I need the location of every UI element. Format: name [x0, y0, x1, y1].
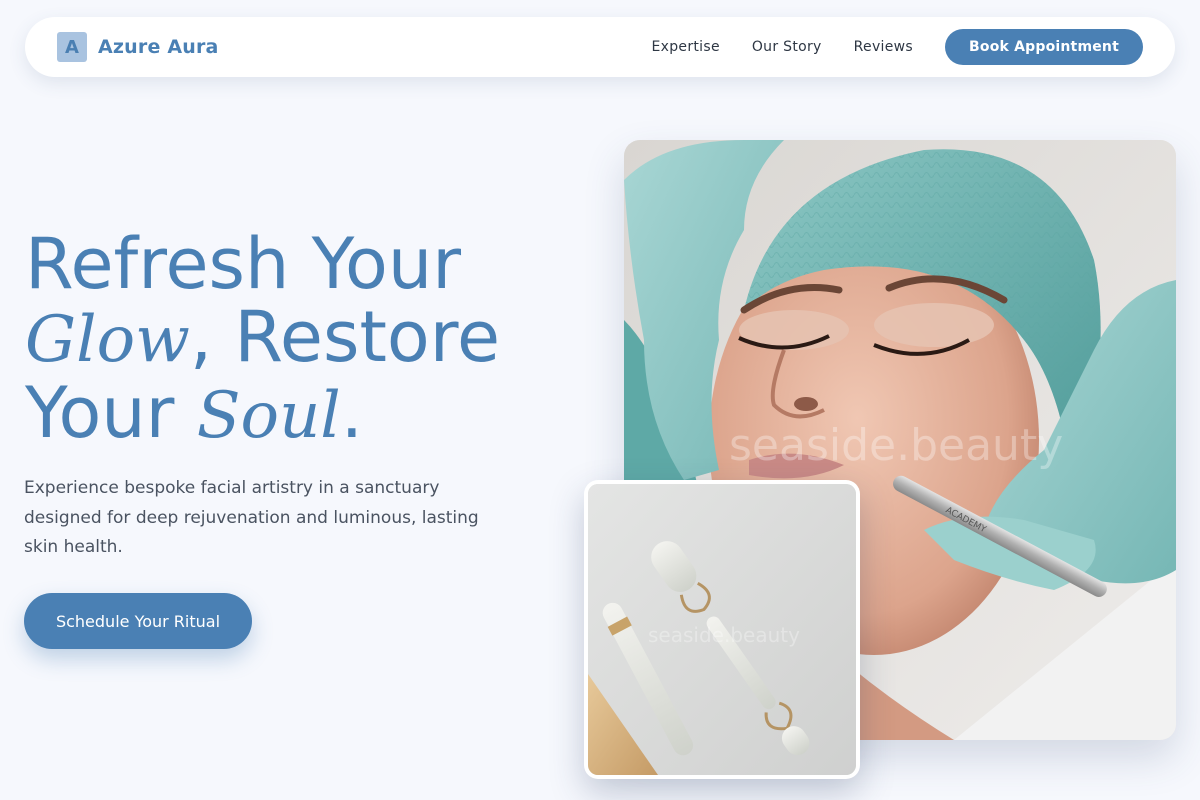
hero-title-glow: Glow	[25, 303, 190, 377]
hero-title-your: Your	[25, 372, 197, 454]
brand-name: Azure Aura	[98, 36, 219, 58]
hero-title-period: .	[340, 372, 364, 454]
main-photo-watermark: seaside.beauty	[729, 420, 1063, 471]
hero-subtitle: Experience bespoke facial artistry in a …	[24, 478, 479, 557]
hero-title-restore: , Restore	[189, 296, 501, 378]
hero-title-line1: Refresh Your	[25, 223, 462, 305]
brand-logo[interactable]: A Azure Aura	[57, 32, 219, 62]
site-header: A Azure Aura Expertise Our Story Reviews…	[25, 17, 1175, 77]
book-appointment-button[interactable]: Book Appointment	[945, 29, 1143, 65]
jade-roller-photo: seaside.beauty	[588, 484, 856, 775]
main-nav: Expertise Our Story Reviews Book Appoint…	[651, 29, 1143, 65]
jade-roller-card: seaside.beauty	[584, 480, 860, 779]
hero-title: Refresh Your Glow, Restore Your Soul.	[25, 228, 585, 453]
hero-title-soul: Soul	[196, 379, 341, 453]
nav-link-our-story[interactable]: Our Story	[752, 39, 822, 55]
roller-photo-watermark: seaside.beauty	[648, 623, 800, 647]
nav-link-reviews[interactable]: Reviews	[854, 39, 913, 55]
schedule-ritual-button[interactable]: Schedule Your Ritual	[24, 593, 252, 649]
nav-link-expertise[interactable]: Expertise	[651, 39, 719, 55]
logo-icon: A	[57, 32, 87, 62]
